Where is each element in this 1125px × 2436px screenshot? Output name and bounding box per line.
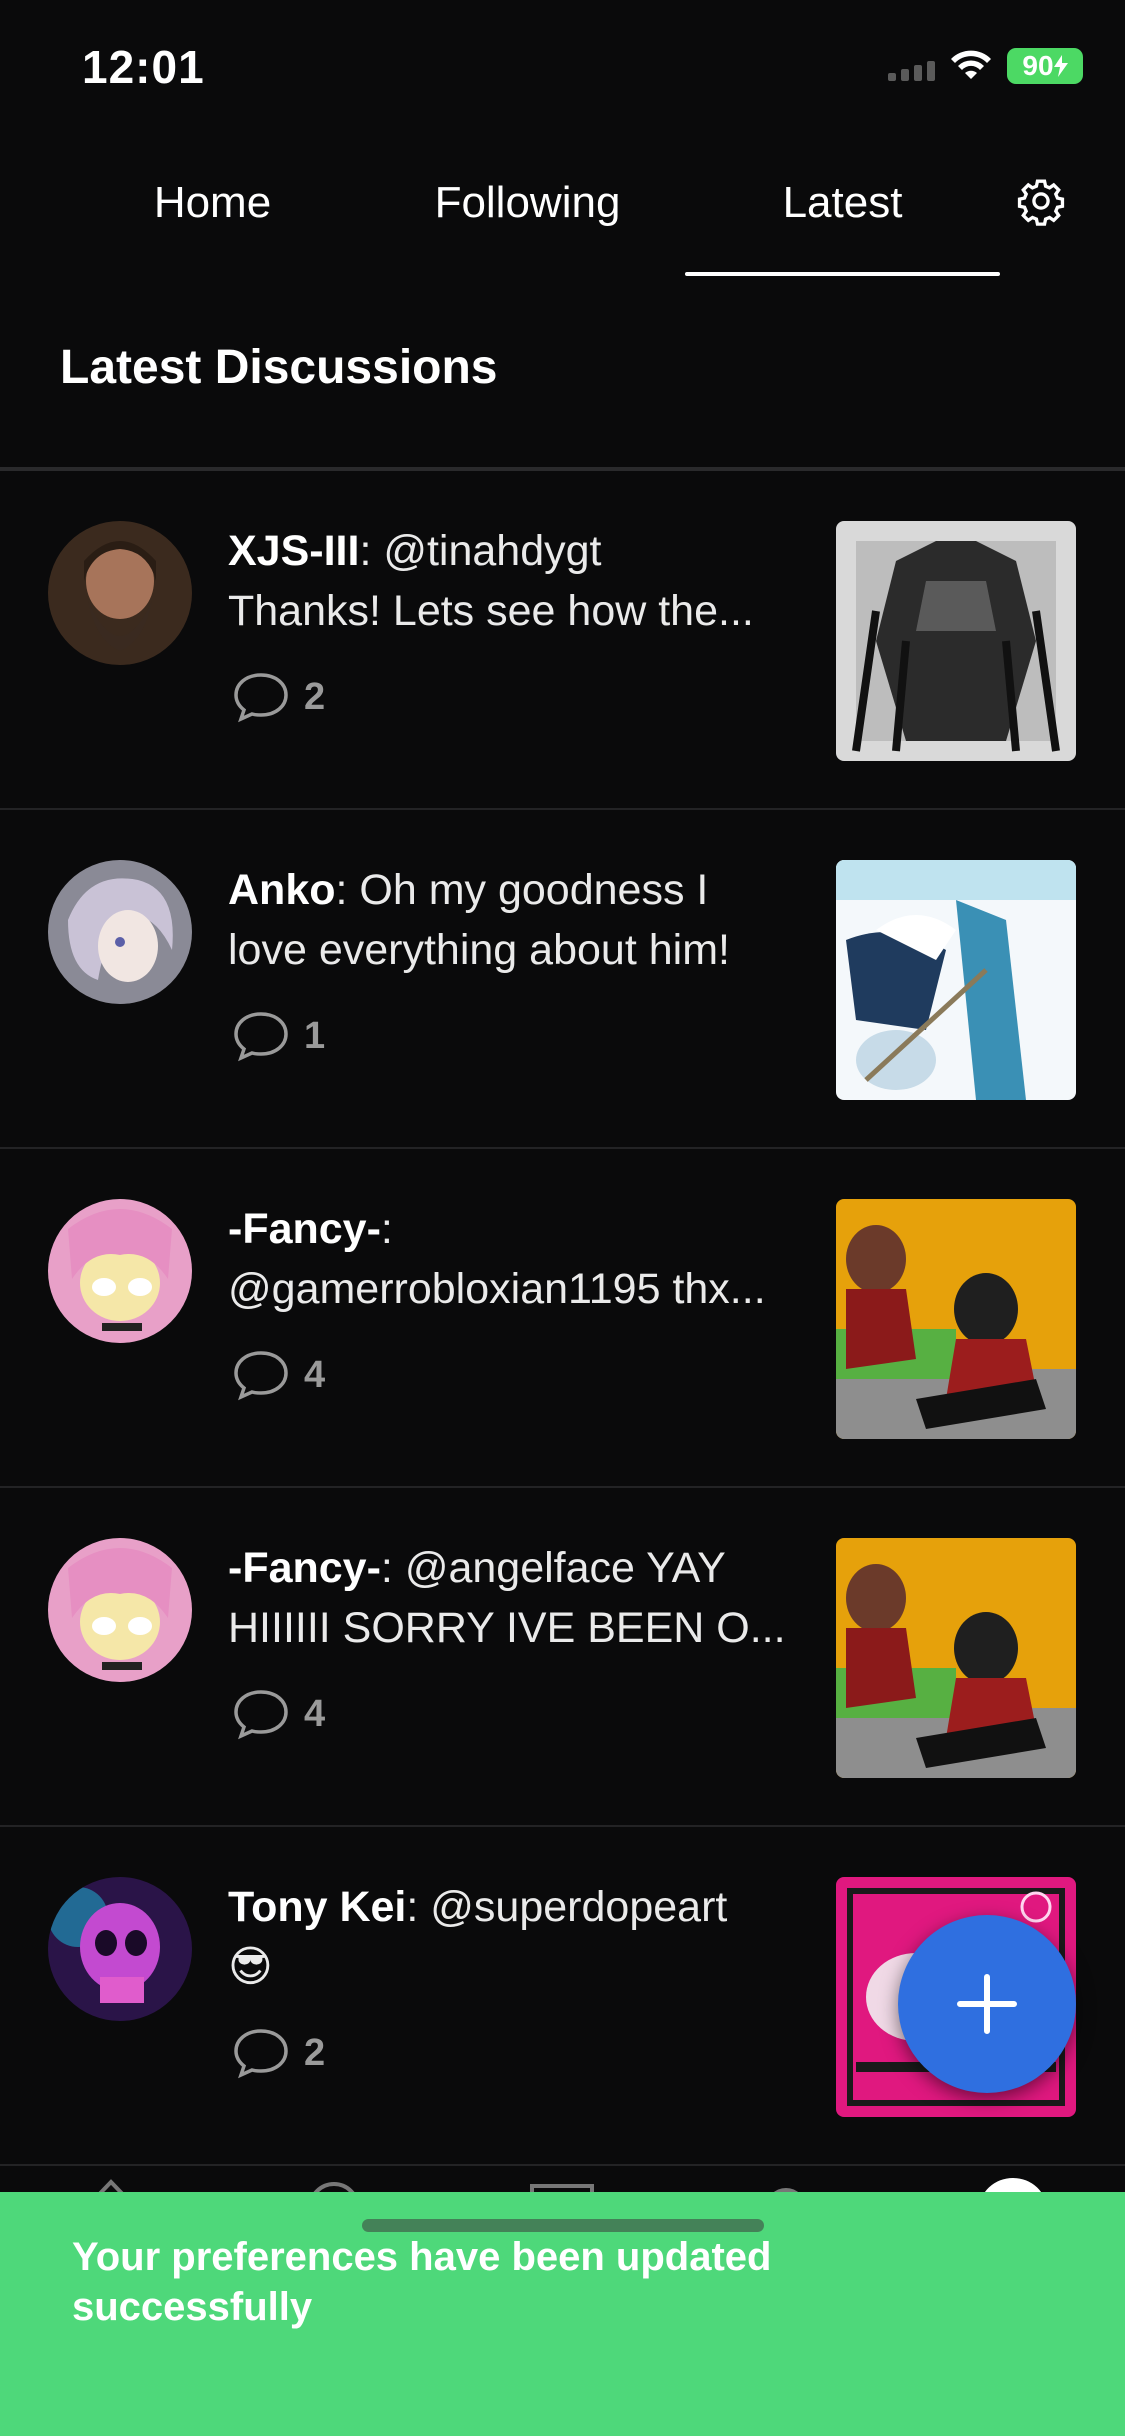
avatar[interactable] — [48, 521, 192, 665]
home-indicator[interactable] — [362, 2219, 764, 2232]
comment-count-value: 2 — [304, 2031, 326, 2074]
discussion-text: -Fancy-: @gamerrobloxian1195 thx... — [228, 1199, 798, 1319]
new-discussion-button[interactable] — [898, 1915, 1076, 2093]
message-line-2: HIIIIII SORRY IVE BEEN O... — [228, 1604, 786, 1652]
discussion-row[interactable]: Anko: Oh my goodness I love everything a… — [0, 810, 1125, 1149]
active-tab-indicator — [685, 272, 1000, 276]
discussion-text: Tony Kei: @superdopeart 😎 — [228, 1877, 798, 1997]
discussion-text: -Fancy-: @angelface YAY HIIIIII SORRY IV… — [228, 1538, 798, 1658]
comment-bubble-icon — [234, 1351, 288, 1401]
section-title: Latest Discussions — [60, 341, 498, 394]
signal-icon — [888, 51, 935, 81]
post-thumbnail[interactable] — [836, 860, 1076, 1100]
post-thumbnail[interactable] — [836, 1199, 1076, 1439]
discussion-list: XJS-III: @tinahdygt Thanks! Lets see how… — [0, 471, 1125, 2166]
wifi-icon — [951, 50, 991, 79]
author-name[interactable]: XJS-III — [228, 527, 359, 575]
tab-following[interactable]: Following — [400, 178, 655, 228]
toast-message: Your preferences have been updated succe… — [72, 2235, 772, 2329]
message-line-2: love everything about him! — [228, 926, 730, 974]
avatar[interactable] — [48, 860, 192, 1004]
comment-bubble-icon — [234, 673, 288, 723]
post-thumbnail[interactable] — [836, 1538, 1076, 1778]
comment-count-value: 2 — [304, 675, 326, 718]
avatar[interactable] — [48, 1538, 192, 1682]
comment-count[interactable]: 2 — [232, 671, 325, 723]
tab-latest[interactable]: Latest — [685, 178, 1000, 228]
status-icons: 90 — [888, 48, 1083, 84]
message-line-2: @gamerrobloxian1195 thx... — [228, 1265, 766, 1313]
comment-count[interactable]: 2 — [232, 2027, 325, 2079]
message-line-1: : @tinahdygt — [359, 527, 602, 575]
discussion-text: XJS-III: @tinahdygt Thanks! Lets see how… — [228, 521, 798, 641]
comment-bubble-icon — [234, 2029, 288, 2079]
discussion-text: Anko: Oh my goodness I love everything a… — [228, 860, 798, 980]
plus-icon — [957, 1974, 1017, 2034]
message-line-1: : @angelface YAY — [380, 1544, 726, 1592]
charging-bolt-icon — [1053, 55, 1068, 77]
post-thumbnail[interactable] — [836, 521, 1076, 761]
top-tabs: Home Following Latest — [0, 150, 1125, 280]
author-name[interactable]: -Fancy- — [228, 1205, 381, 1253]
comment-count-value: 4 — [304, 1353, 326, 1396]
message-line-2: 😎 — [228, 1943, 273, 1991]
message-line-1: : — [380, 1205, 393, 1253]
author-name[interactable]: Anko — [228, 866, 336, 914]
discussion-row[interactable]: XJS-III: @tinahdygt Thanks! Lets see how… — [0, 471, 1125, 810]
message-line-1: : @superdopeart — [406, 1883, 728, 1931]
tab-home[interactable]: Home — [130, 178, 295, 228]
comment-bubble-icon — [234, 1690, 288, 1740]
comment-count[interactable]: 4 — [232, 1349, 325, 1401]
battery-icon: 90 — [1007, 48, 1083, 84]
avatar[interactable] — [48, 1199, 192, 1343]
discussion-row[interactable]: -Fancy-: @gamerrobloxian1195 thx... 4 — [0, 1149, 1125, 1488]
status-time: 12:01 — [82, 41, 205, 93]
message-line-2: Thanks! Lets see how the... — [228, 587, 754, 635]
message-line-1: : Oh my goodness I — [335, 866, 709, 914]
avatar[interactable] — [48, 1877, 192, 2021]
status-bar: 12:01 90 — [0, 0, 1125, 130]
comment-bubble-icon — [234, 1012, 288, 1062]
author-name[interactable]: Tony Kei — [228, 1883, 406, 1931]
comment-count-value: 1 — [304, 1014, 326, 1057]
settings-gear-icon[interactable] — [1016, 176, 1066, 226]
comment-count[interactable]: 4 — [232, 1688, 325, 1740]
comment-count-value: 4 — [304, 1692, 326, 1735]
discussion-row[interactable]: -Fancy-: @angelface YAY HIIIIII SORRY IV… — [0, 1488, 1125, 1827]
battery-level: 90 — [1022, 50, 1054, 81]
comment-count[interactable]: 1 — [232, 1010, 325, 1062]
author-name[interactable]: -Fancy- — [228, 1544, 381, 1592]
